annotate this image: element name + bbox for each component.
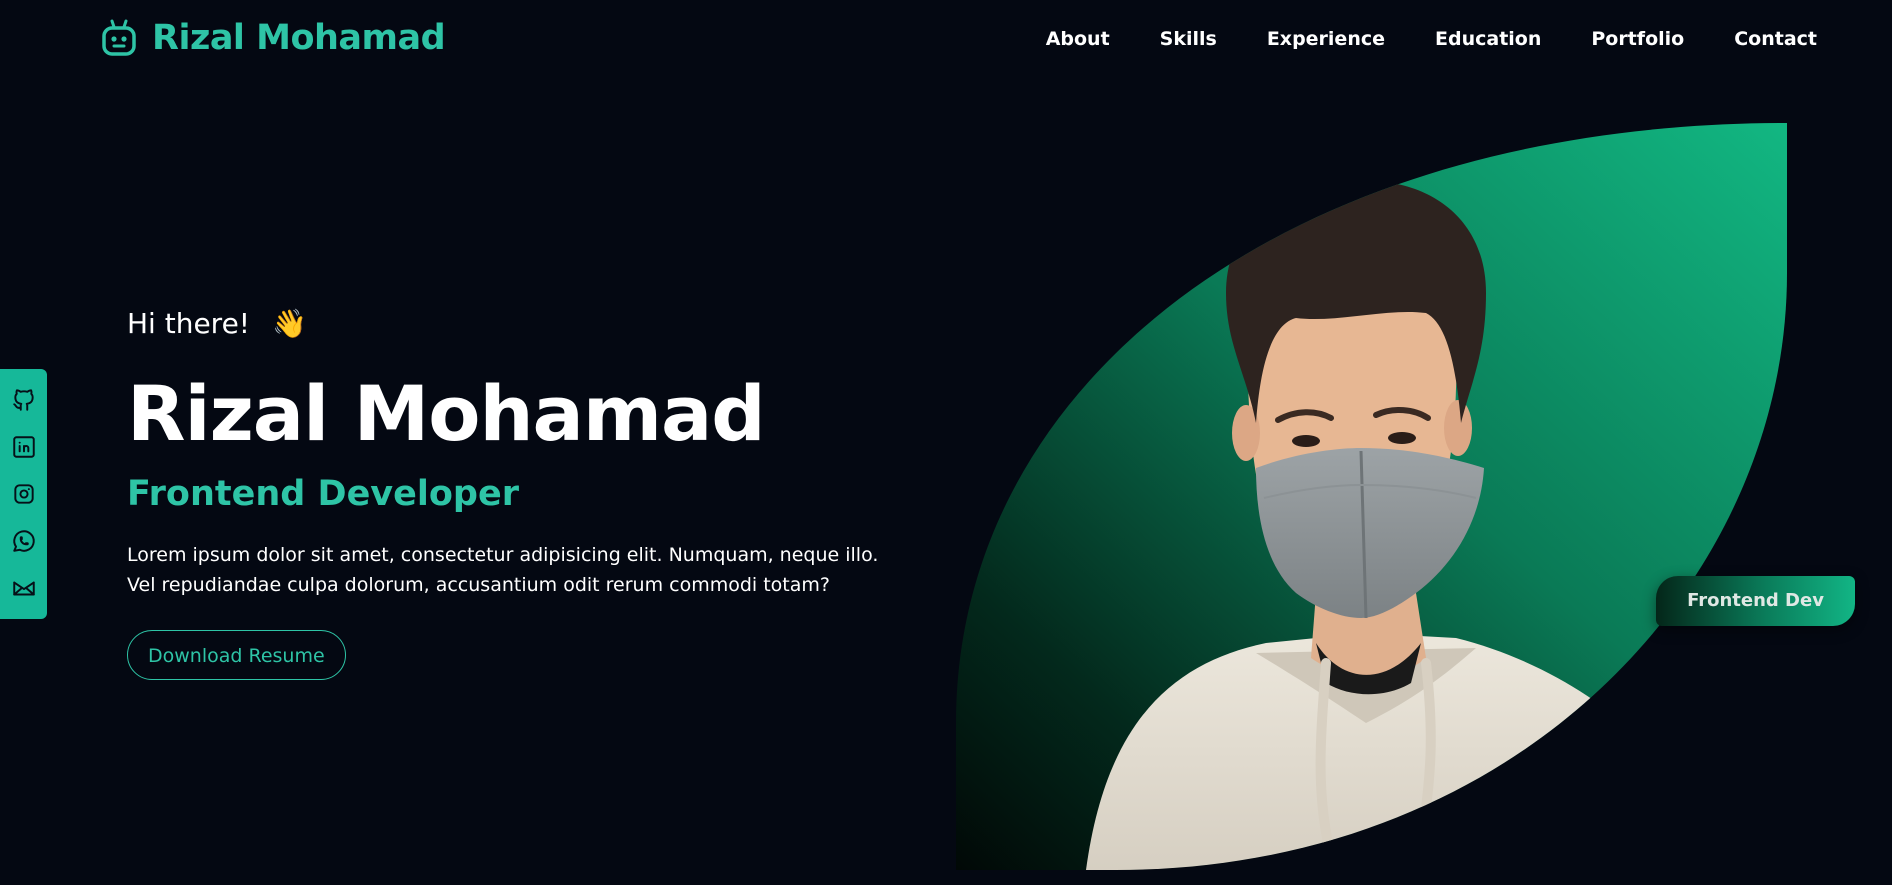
mail-icon [12,581,35,596]
instagram-icon [13,484,34,504]
greeting-text: Hi there! [127,306,251,340]
mail-link[interactable] [11,575,37,601]
nav-skills[interactable]: Skills [1160,28,1217,50]
brand-logo-link[interactable]: Rizal Mohamad [100,18,446,58]
nav-education[interactable]: Education [1435,28,1541,50]
greeting: Hi there! 👋 [127,300,907,346]
nav-experience[interactable]: Experience [1267,28,1385,50]
social-sidebar [0,369,47,619]
site-header: Rizal Mohamad About Skills Experience Ed… [0,0,1892,84]
whatsapp-link[interactable] [11,528,37,554]
instagram-link[interactable] [11,481,37,507]
nav-contact[interactable]: Contact [1734,28,1817,50]
waving-hand-icon: 👋 [272,306,307,340]
linkedin-link[interactable] [11,434,37,460]
nav-about[interactable]: About [1046,28,1110,50]
robot-icon [102,19,136,56]
download-resume-button[interactable]: Download Resume [127,630,346,680]
brand-name: Rizal Mohamad [152,18,446,58]
hero-section: Hi there! 👋 Rizal Mohamad Frontend Devel… [127,300,907,680]
github-icon [12,389,34,412]
main-nav: About Skills Experience Education Portfo… [996,28,1817,50]
role-badge: Frontend Dev [1656,576,1855,626]
portrait-illustration [956,123,1787,870]
nav-portfolio[interactable]: Portfolio [1591,28,1684,50]
github-link[interactable] [11,387,37,413]
hero-role: Frontend Developer [127,474,519,514]
hero-portrait [956,123,1787,870]
linkedin-icon [12,436,35,458]
hero-name: Rizal Mohamad [127,369,766,458]
whatsapp-icon [12,530,35,552]
hero-description: Lorem ipsum dolor sit amet, consectetur … [127,544,879,596]
